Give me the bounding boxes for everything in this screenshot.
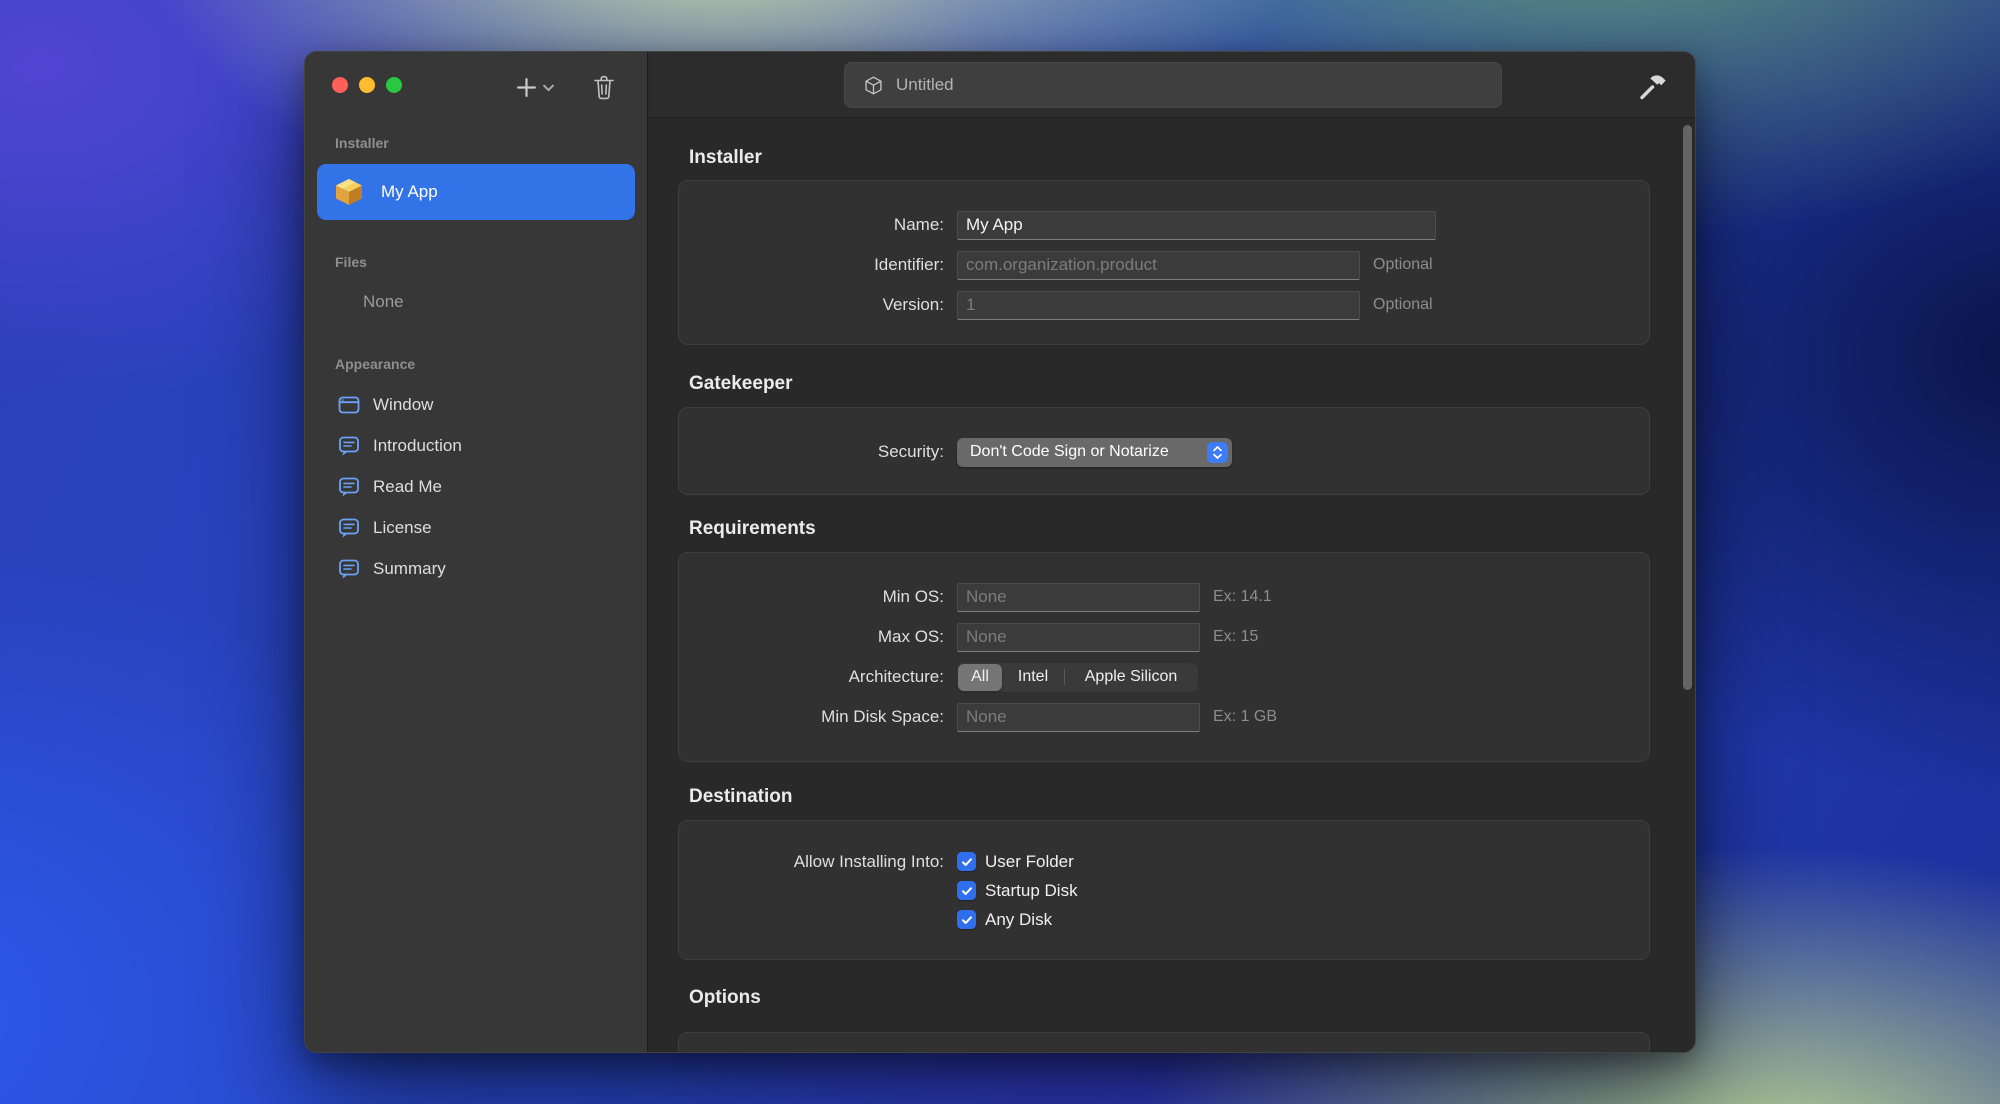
add-button[interactable] [511, 72, 558, 103]
trash-icon [592, 74, 616, 101]
heading-installer: Installer [689, 147, 762, 169]
installer-box: Name: Identifier: Optional Version: Opti… [678, 180, 1650, 345]
scrollbar[interactable] [1683, 125, 1692, 690]
text-bubble-icon [337, 434, 361, 458]
sidebar-toolbar [511, 70, 620, 105]
sidebar-item-license[interactable]: License [317, 507, 635, 548]
heading-options: Options [689, 987, 761, 1009]
sidebar: Installer My App Files None Appearanc [305, 52, 648, 1052]
popup-chevrons-icon [1207, 442, 1228, 463]
min-os-note: Ex: 14.1 [1213, 588, 1272, 606]
package-cube-icon [863, 75, 884, 96]
window-icon [337, 393, 361, 417]
hammer-icon [1637, 69, 1671, 103]
main-pane: Untitled Installer Name: [649, 52, 1695, 1052]
checkbox-checked-icon [957, 910, 976, 929]
segment-all[interactable]: All [958, 664, 1002, 691]
sidebar-item-label: Introduction [373, 436, 462, 456]
checkbox-label: Startup Disk [985, 881, 1078, 901]
segment-intel[interactable]: Intel [1002, 664, 1064, 691]
checkbox-checked-icon [957, 881, 976, 900]
identifier-note: Optional [1373, 256, 1433, 274]
gatekeeper-box: Security: Don't Code Sign or Notarize [678, 407, 1650, 495]
document-title: Untitled [896, 75, 954, 95]
segment-apple-silicon[interactable]: Apple Silicon [1065, 664, 1197, 691]
min-disk-input[interactable] [957, 703, 1200, 732]
sidebar-item-window[interactable]: Window [317, 384, 635, 425]
min-disk-label: Min Disk Space: [679, 707, 957, 727]
checkbox-startup-disk[interactable]: Startup Disk [957, 876, 1078, 905]
sidebar-section-appearance: Appearance [317, 356, 635, 372]
sidebar-item-label: Read Me [373, 477, 442, 497]
sidebar-item-label: Window [373, 395, 433, 415]
chevron-down-icon [543, 84, 554, 92]
close-button[interactable] [332, 77, 348, 93]
destination-checkbox-group: User Folder Startup Disk [957, 847, 1078, 934]
package-icon [331, 174, 367, 210]
delete-button[interactable] [588, 70, 620, 105]
max-os-label: Max OS: [679, 627, 957, 647]
zoom-button[interactable] [386, 77, 402, 93]
security-popup-value: Don't Code Sign or Notarize [970, 443, 1207, 461]
sidebar-item-my-app[interactable]: My App [317, 164, 635, 220]
min-disk-note: Ex: 1 GB [1213, 708, 1277, 726]
sidebar-item-none: None [317, 292, 635, 312]
min-os-input[interactable] [957, 583, 1200, 612]
name-input[interactable] [957, 211, 1436, 240]
heading-gatekeeper: Gatekeeper [689, 373, 793, 395]
heading-destination: Destination [689, 786, 792, 808]
architecture-label: Architecture: [679, 667, 957, 687]
destination-box: Allow Installing Into: User Folder [678, 820, 1650, 960]
checkbox-user-folder[interactable]: User Folder [957, 847, 1078, 876]
sidebar-item-label: Summary [373, 559, 446, 579]
sidebar-item-summary[interactable]: Summary [317, 548, 635, 589]
minimize-button[interactable] [359, 77, 375, 93]
min-os-label: Min OS: [679, 587, 957, 607]
requirements-box: Min OS: Ex: 14.1 Max OS: Ex: 15 Architec… [678, 552, 1650, 762]
heading-requirements: Requirements [689, 518, 816, 540]
version-label: Version: [679, 295, 957, 315]
name-label: Name: [679, 215, 957, 235]
app-window: Installer My App Files None Appearanc [304, 51, 1696, 1053]
build-button[interactable] [1634, 66, 1674, 106]
sidebar-section-installer: Installer [317, 135, 635, 151]
sidebar-item-label: My App [381, 182, 438, 202]
settings-scroll-area[interactable]: Installer Name: Identifier: Optional Ver… [649, 118, 1695, 1052]
max-os-input[interactable] [957, 623, 1200, 652]
max-os-note: Ex: 15 [1213, 628, 1258, 646]
sidebar-list: Installer My App Files None Appearanc [305, 118, 647, 1052]
document-title-field[interactable]: Untitled [844, 62, 1502, 108]
text-bubble-icon [337, 557, 361, 581]
version-note: Optional [1373, 296, 1433, 314]
sidebar-item-read-me[interactable]: Read Me [317, 466, 635, 507]
sidebar-section-files: Files [317, 254, 635, 270]
text-bubble-icon [337, 516, 361, 540]
checkbox-label: User Folder [985, 852, 1074, 872]
allow-installing-label: Allow Installing Into: [679, 847, 957, 876]
toolbar: Untitled [649, 52, 1695, 118]
options-box [678, 1032, 1650, 1052]
traffic-lights [332, 77, 402, 93]
text-bubble-icon [337, 475, 361, 499]
identifier-label: Identifier: [679, 255, 957, 275]
plus-icon [515, 76, 538, 99]
sidebar-item-label: License [373, 518, 432, 538]
version-input[interactable] [957, 291, 1360, 320]
security-popup[interactable]: Don't Code Sign or Notarize [957, 438, 1232, 467]
checkbox-any-disk[interactable]: Any Disk [957, 905, 1078, 934]
identifier-input[interactable] [957, 251, 1360, 280]
security-label: Security: [679, 442, 957, 462]
architecture-segmented-control: All Intel Apple Silicon [957, 663, 1198, 692]
sidebar-item-introduction[interactable]: Introduction [317, 425, 635, 466]
checkbox-checked-icon [957, 852, 976, 871]
checkbox-label: Any Disk [985, 910, 1052, 930]
